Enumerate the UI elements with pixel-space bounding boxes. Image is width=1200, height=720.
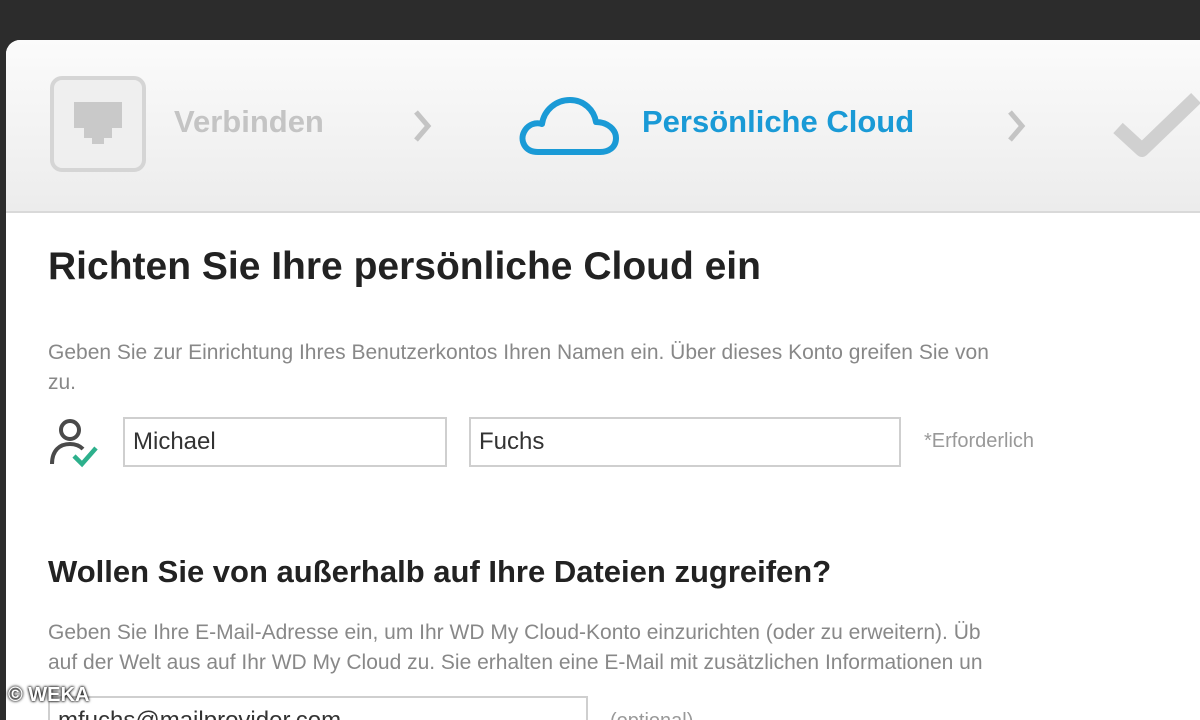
remote-access-heading: Wollen Sie von außerhalb auf Ihre Dateie… [48, 554, 832, 589]
copyright-watermark: © WEKA [8, 684, 90, 706]
email-description-line1: Geben Sie Ihre E-Mail-Adresse ein, um Ih… [48, 621, 981, 644]
chevron-right-icon [1008, 110, 1026, 142]
required-note: *Erforderlich [924, 430, 1035, 452]
user-check-icon [50, 419, 98, 468]
cloud-icon [519, 97, 619, 155]
wizard-steps: Verbinden Persönliche Cloud [6, 40, 1200, 213]
last-name-input[interactable] [469, 417, 901, 467]
step-connect-label: Verbinden [174, 104, 324, 139]
optional-note: (optional) [610, 710, 693, 720]
page-title: Richten Sie Ihre persönliche Cloud ein [48, 245, 761, 288]
email-description-line2: auf der Welt aus auf Ihr WD My Cloud zu.… [48, 651, 983, 674]
chevron-right-icon [414, 110, 432, 142]
name-description-line2: zu. [48, 371, 77, 394]
setup-panel: Verbinden Persönliche Cloud Richten Sie … [6, 40, 1200, 720]
step-personal-cloud-label: Persönliche Cloud [642, 104, 915, 139]
name-description-line1: Geben Sie zur Einrichtung Ihres Benutzer… [48, 341, 989, 364]
email-input[interactable] [48, 696, 588, 720]
first-name-input[interactable] [123, 417, 447, 467]
network-port-icon [50, 76, 146, 172]
checkmark-icon [1113, 92, 1200, 157]
